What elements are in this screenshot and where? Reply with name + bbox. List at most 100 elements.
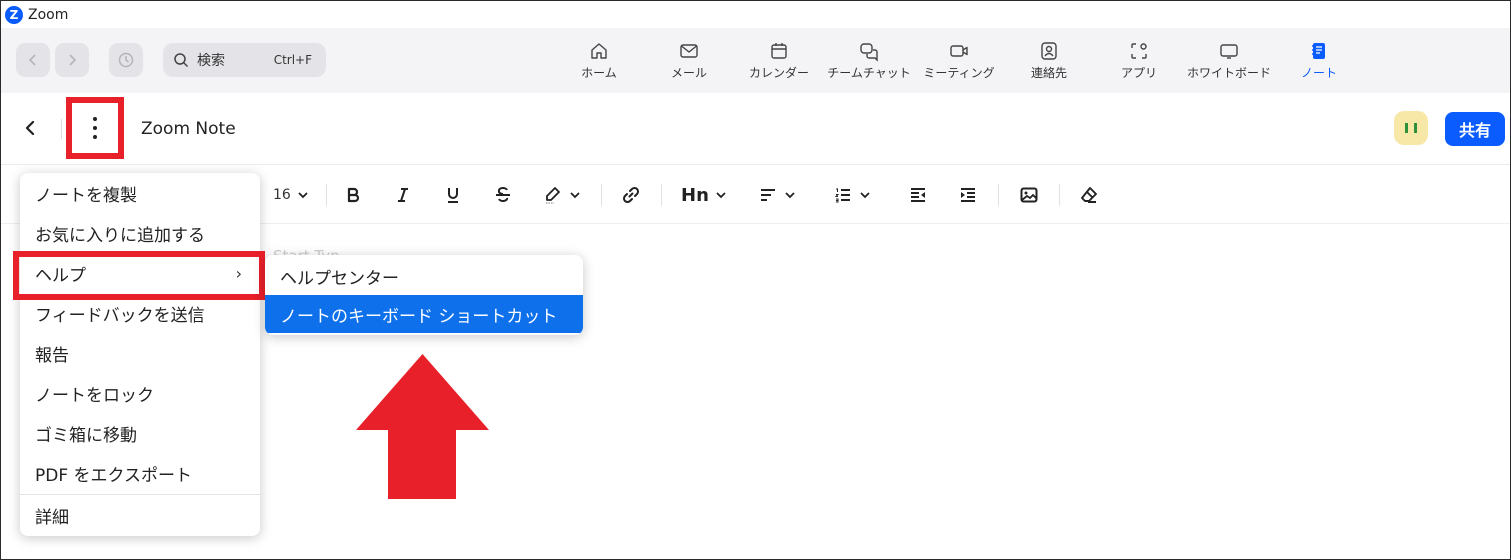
menu-item-label: 詳細 — [35, 507, 69, 528]
more-options-button[interactable] — [66, 97, 124, 159]
submenu-item-help-center[interactable]: ヘルプセンター — [265, 257, 583, 295]
font-size-select[interactable]: 16 — [273, 182, 309, 208]
italic-button[interactable] — [393, 182, 413, 208]
chevron-left-icon — [28, 54, 36, 66]
menu-item-label: ゴミ箱に移動 — [35, 425, 137, 446]
eraser-icon — [1081, 187, 1097, 203]
submenu-item-label: ヘルプセンター — [280, 268, 399, 289]
nav-label: ミーティング — [923, 66, 995, 80]
bold-button[interactable] — [343, 182, 363, 208]
nav-calendar[interactable]: カレンダー — [734, 40, 824, 81]
link-icon — [622, 186, 640, 204]
notes-icon — [1312, 43, 1325, 59]
nav-label: カレンダー — [748, 66, 809, 80]
more-vertical-icon — [93, 117, 97, 139]
mail-icon — [680, 44, 698, 58]
nav-apps[interactable]: アプリ — [1094, 40, 1184, 81]
menu-item-trash[interactable]: ゴミ箱に移動 — [20, 413, 260, 453]
nav-notes[interactable]: ノート — [1274, 40, 1364, 81]
menu-item-lock[interactable]: ノートをロック — [20, 373, 260, 413]
bold-icon — [347, 187, 360, 203]
link-button[interactable] — [621, 182, 641, 208]
home-icon — [591, 43, 607, 59]
menu-item-label: ノートを複製 — [35, 185, 137, 206]
highlight-button[interactable] — [543, 182, 581, 208]
insert-image-button[interactable] — [1019, 182, 1039, 208]
menu-item-details[interactable]: 詳細 — [20, 495, 260, 535]
nav-label: チームチャット — [827, 66, 911, 80]
toolbar-divider — [661, 184, 662, 206]
chevron-down-icon — [860, 192, 870, 199]
toolbar-divider — [998, 184, 999, 206]
note-header: Zoom Note 共有 — [1, 93, 1510, 165]
menu-item-export-pdf[interactable]: PDF をエクスポート — [20, 453, 260, 493]
nav-contacts[interactable]: 連絡先 — [1004, 40, 1094, 81]
zoom-logo-icon: Z — [5, 5, 23, 24]
chevron-left-icon — [25, 120, 35, 136]
strikethrough-icon — [496, 186, 510, 203]
history-icon — [118, 52, 134, 68]
chat-icon — [860, 43, 878, 62]
apps-icon — [1131, 43, 1147, 59]
nav-meeting[interactable]: ミーティング — [914, 40, 1004, 81]
top-nav-bar: 検索 Ctrl+F ホーム メール カレンダー チームチャット ミーティング 連… — [1, 28, 1510, 93]
menu-item-duplicate[interactable]: ノートを複製 — [20, 173, 260, 213]
outdent-button[interactable] — [908, 182, 928, 208]
history-button[interactable] — [109, 43, 143, 77]
menu-item-favorite[interactable]: お気に入りに追加する — [20, 213, 260, 253]
toolbar-divider — [601, 184, 602, 206]
chevron-down-icon — [716, 192, 726, 199]
nav-team-chat[interactable]: チームチャット — [824, 40, 914, 81]
help-submenu: ヘルプセンター ノートのキーボード ショートカット — [265, 255, 583, 335]
menu-item-label: PDF をエクスポート — [35, 465, 193, 486]
menu-item-label: 報告 — [35, 345, 69, 366]
avatar[interactable] — [1394, 111, 1428, 145]
annotation-arrow-icon — [356, 354, 489, 499]
help-highlight-box — [13, 251, 265, 300]
nav-whiteboard[interactable]: ホワイトボード — [1184, 40, 1274, 81]
header-divider — [61, 119, 62, 139]
share-button[interactable]: 共有 — [1445, 112, 1505, 146]
back-button[interactable] — [17, 115, 43, 141]
menu-item-label: ノートをロック — [35, 385, 154, 406]
search-label: 検索 — [197, 53, 225, 69]
whiteboard-icon — [1220, 44, 1238, 59]
app-title: Zoom — [28, 6, 69, 23]
search-icon — [174, 53, 189, 68]
forward-nav-button[interactable] — [55, 43, 89, 77]
align-left-icon — [761, 189, 775, 201]
underline-icon — [448, 188, 458, 203]
menu-item-report[interactable]: 報告 — [20, 333, 260, 373]
clear-format-button[interactable] — [1079, 182, 1099, 208]
nav-label: ホーム — [581, 66, 617, 80]
submenu-item-keyboard-shortcuts[interactable]: ノートのキーボード ショートカット — [265, 295, 583, 333]
back-nav-button[interactable] — [16, 43, 50, 77]
calendar-icon — [771, 43, 787, 59]
underline-button[interactable] — [443, 182, 463, 208]
note-title: Zoom Note — [141, 119, 236, 139]
heading-select[interactable]: Hn — [681, 182, 727, 208]
nav-label: アプリ — [1120, 66, 1157, 80]
heading-icon: Hn — [681, 184, 709, 206]
indent-icon — [961, 188, 975, 202]
toolbar-divider — [1059, 184, 1060, 206]
contacts-icon — [1041, 42, 1057, 60]
search-box[interactable]: 検索 Ctrl+F — [163, 43, 326, 77]
chevron-down-icon — [785, 192, 795, 199]
nav-mail[interactable]: メール — [644, 40, 734, 81]
title-bar: Z Zoom — [1, 1, 1510, 28]
nav-home[interactable]: ホーム — [554, 40, 644, 81]
outdent-icon — [911, 188, 925, 202]
list-select[interactable] — [833, 182, 871, 208]
menu-item-label: お気に入りに追加する — [35, 225, 205, 246]
align-select[interactable] — [758, 182, 796, 208]
italic-icon — [398, 188, 408, 202]
indent-button[interactable] — [958, 182, 978, 208]
strikethrough-button[interactable] — [493, 182, 513, 208]
font-size-value: 16 — [273, 187, 291, 203]
video-icon — [950, 45, 968, 57]
chevron-down-icon — [570, 192, 580, 199]
menu-item-label: フィードバックを送信 — [35, 305, 205, 326]
zoom-window: Z Zoom 検索 Ctrl+F ホーム メール カレンダー チームチャット ミ… — [0, 0, 1511, 560]
nav-label: メール — [670, 66, 707, 80]
